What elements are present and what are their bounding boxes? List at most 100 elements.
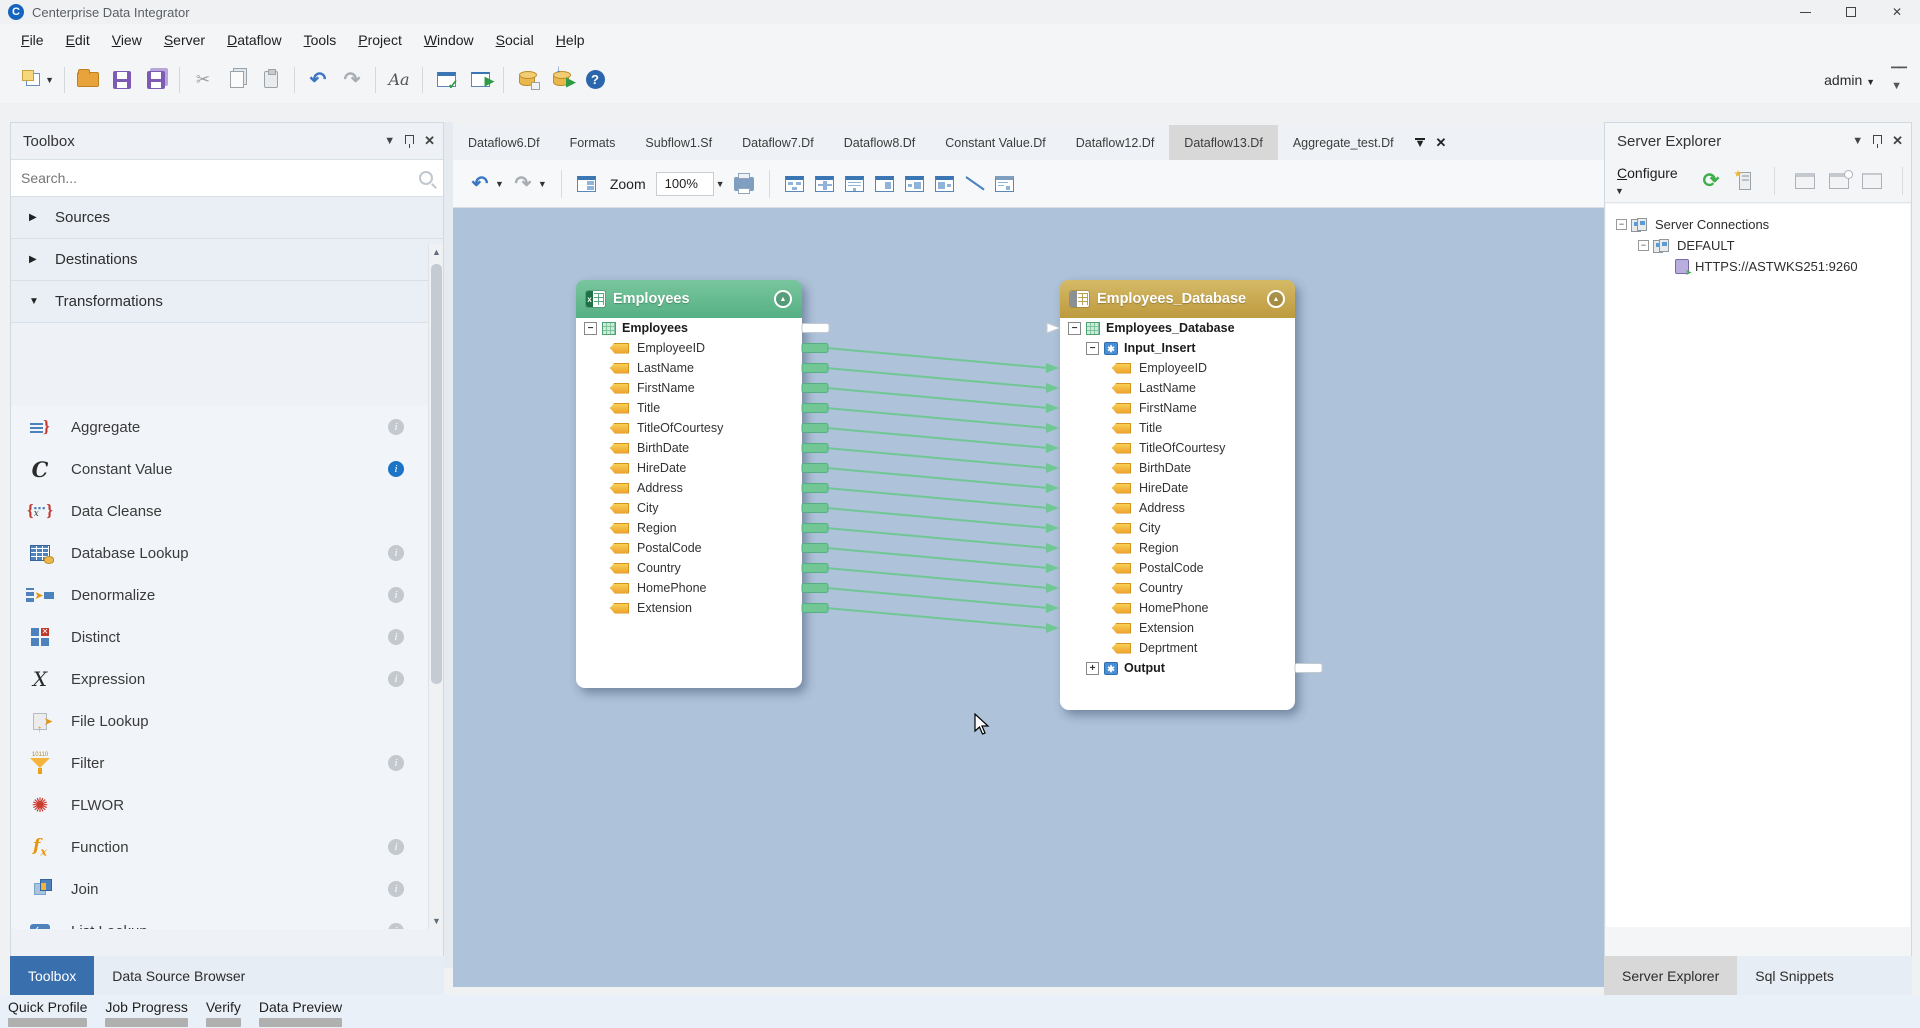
field-row-country[interactable]: Country	[576, 558, 802, 578]
menu-view[interactable]: View	[101, 27, 153, 53]
tab-subflow1-sf[interactable]: Subflow1.Sf	[630, 125, 727, 160]
info-icon[interactable]: i	[388, 587, 404, 603]
toolbox-item-database-lookup[interactable]: Database Lookupi	[11, 532, 430, 574]
new-document-icon[interactable]: ▼	[26, 66, 56, 94]
menu-social[interactable]: Social	[485, 27, 545, 53]
menu-dataflow[interactable]: Dataflow	[216, 27, 292, 53]
database-run-icon[interactable]: ▶↓	[546, 66, 576, 94]
toolbox-item-expression[interactable]: XExpressioni	[11, 658, 430, 700]
save-all-icon[interactable]	[141, 66, 171, 94]
output-port-extension[interactable]	[802, 604, 828, 613]
output-port-titleofcourtesy[interactable]	[802, 424, 828, 433]
field-row-lastname[interactable]: LastName	[576, 358, 802, 378]
output-port-title[interactable]	[802, 404, 828, 413]
field-row-lastname[interactable]: LastName	[1060, 378, 1295, 398]
scroll-thumb[interactable]	[431, 264, 442, 684]
collapse-minus-icon[interactable]: −	[584, 322, 597, 335]
output-port-country[interactable]	[802, 564, 828, 573]
server-tree-item-server-connections[interactable]: −Server Connections	[1606, 214, 1910, 235]
verify-window-icon[interactable]: ✓	[431, 66, 461, 94]
close-button[interactable]: ✕	[1874, 0, 1920, 24]
toolbox-item-flwor[interactable]: ✺FLWORi	[11, 784, 430, 826]
field-row-employeeid[interactable]: EmployeeID	[576, 338, 802, 358]
menu-window[interactable]: Window	[413, 27, 485, 53]
toolbox-section-destinations[interactable]: ▶Destinations	[11, 239, 443, 281]
start-dataflow-icon[interactable]: ▶	[465, 66, 495, 94]
panel-tab-sql-snippets[interactable]: Sql Snippets	[1737, 956, 1852, 995]
output-port-homephone[interactable]	[802, 584, 828, 593]
info-icon[interactable]: i	[388, 419, 404, 435]
info-icon[interactable]: i	[388, 839, 404, 855]
field-row-homephone[interactable]: HomePhone	[1060, 598, 1295, 618]
output-port-hiredate[interactable]	[802, 464, 828, 473]
layout-horizontal-icon[interactable]	[782, 171, 808, 197]
paste-icon[interactable]	[256, 66, 286, 94]
toolbox-item-distinct[interactable]: ✕Distincti	[11, 616, 430, 658]
scheduler-icon[interactable]	[1827, 169, 1851, 193]
tab-dataflow13-df[interactable]: Dataflow13.Df	[1169, 125, 1278, 160]
status-job-progress[interactable]: Job Progress	[105, 999, 187, 1027]
field-row-title[interactable]: Title	[1060, 418, 1295, 438]
collapse-minus-icon[interactable]: −	[1068, 322, 1081, 335]
toolbox-item-join[interactable]: Joini	[11, 868, 430, 910]
field-row-hiredate[interactable]: HireDate	[576, 458, 802, 478]
output-port-lastname[interactable]	[802, 364, 828, 373]
field-row-deprtment[interactable]: Deprtment	[1060, 638, 1295, 658]
toolbox-scrollbar[interactable]: ▲ ▼	[428, 244, 443, 929]
zoom-value-input[interactable]: 100%	[656, 172, 714, 196]
info-icon[interactable]: i	[388, 671, 404, 687]
job-progress-icon[interactable]	[1793, 169, 1817, 193]
preview-window-icon[interactable]	[992, 171, 1018, 197]
database-job-icon[interactable]	[512, 66, 542, 94]
server-explorer-pin-icon[interactable]	[1873, 135, 1882, 144]
field-row-address[interactable]: Address	[576, 478, 802, 498]
info-icon[interactable]: i	[388, 461, 404, 477]
field-row-address[interactable]: Address	[1060, 498, 1295, 518]
dataflow-canvas[interactable]: xEmployees▲−EmployeesEmployeeIDLastNameF…	[453, 208, 1604, 987]
field-row-region[interactable]: Region	[1060, 538, 1295, 558]
undo-icon[interactable]: ↶	[467, 171, 493, 197]
redo-icon[interactable]: ↷	[337, 66, 367, 94]
field-row-extension[interactable]: Extension	[576, 598, 802, 618]
info-icon[interactable]: i	[388, 881, 404, 897]
field-row-extension[interactable]: Extension	[1060, 618, 1295, 638]
output-port-destination[interactable]	[1295, 664, 1322, 673]
panel-tab-server-explorer[interactable]: Server Explorer	[1604, 956, 1737, 995]
cut-icon[interactable]: ✂	[188, 66, 218, 94]
toolbox-item-file-lookup[interactable]: ➤↑File Lookupi	[11, 700, 430, 742]
status-data-preview[interactable]: Data Preview	[259, 999, 342, 1027]
collapse-node-icon[interactable]: ▲	[1267, 290, 1285, 308]
menu-edit[interactable]: Edit	[55, 27, 101, 53]
toolbox-search-input[interactable]	[21, 170, 419, 186]
collapse-minus-icon[interactable]: −	[1638, 240, 1649, 251]
collapse-minus-icon[interactable]: −	[1086, 342, 1099, 355]
user-menu[interactable]: admin ▼	[1824, 72, 1875, 88]
align-right-icon[interactable]	[932, 171, 958, 197]
toolbox-section-sources[interactable]: ▶Sources	[11, 197, 443, 239]
configure-dropdown[interactable]: Configure ▼	[1617, 165, 1689, 197]
straight-link-icon[interactable]	[962, 171, 988, 197]
node-employees-database[interactable]: Employees_Database▲−Employees_Database−✱…	[1060, 280, 1295, 710]
panel-tab-toolbox[interactable]: Toolbox	[10, 956, 94, 995]
field-row-birthdate[interactable]: BirthDate	[576, 438, 802, 458]
expand-plus-icon[interactable]: +	[1086, 662, 1099, 675]
info-icon[interactable]: i	[388, 545, 404, 561]
menu-tools[interactable]: Tools	[293, 27, 348, 53]
toolbox-menu-icon[interactable]: ▼	[384, 135, 395, 147]
toolbox-item-filter[interactable]: 10110Filteri	[11, 742, 430, 784]
menu-file[interactable]: File	[10, 27, 55, 53]
field-row-country[interactable]: Country	[1060, 578, 1295, 598]
save-icon[interactable]	[107, 66, 137, 94]
tree-root-employees[interactable]: −Employees	[576, 318, 802, 338]
collapse-all-icon[interactable]	[872, 171, 898, 197]
panel-splitter[interactable]	[444, 122, 453, 968]
menu-help[interactable]: Help	[545, 27, 596, 53]
minimize-button[interactable]	[1782, 0, 1828, 24]
toolbox-close-icon[interactable]: ✕	[424, 133, 435, 149]
toolbox-item-denormalize[interactable]: ➤Denormalizei	[11, 574, 430, 616]
node-employees-database-header[interactable]: Employees_Database▲	[1060, 280, 1295, 318]
auto-layout-icon[interactable]	[574, 171, 600, 197]
undo-icon[interactable]: ↶	[303, 66, 333, 94]
field-row-city[interactable]: City	[576, 498, 802, 518]
server-tree-item-https-astwks251-9260[interactable]: HTTPS://ASTWKS251:9260	[1606, 256, 1910, 277]
